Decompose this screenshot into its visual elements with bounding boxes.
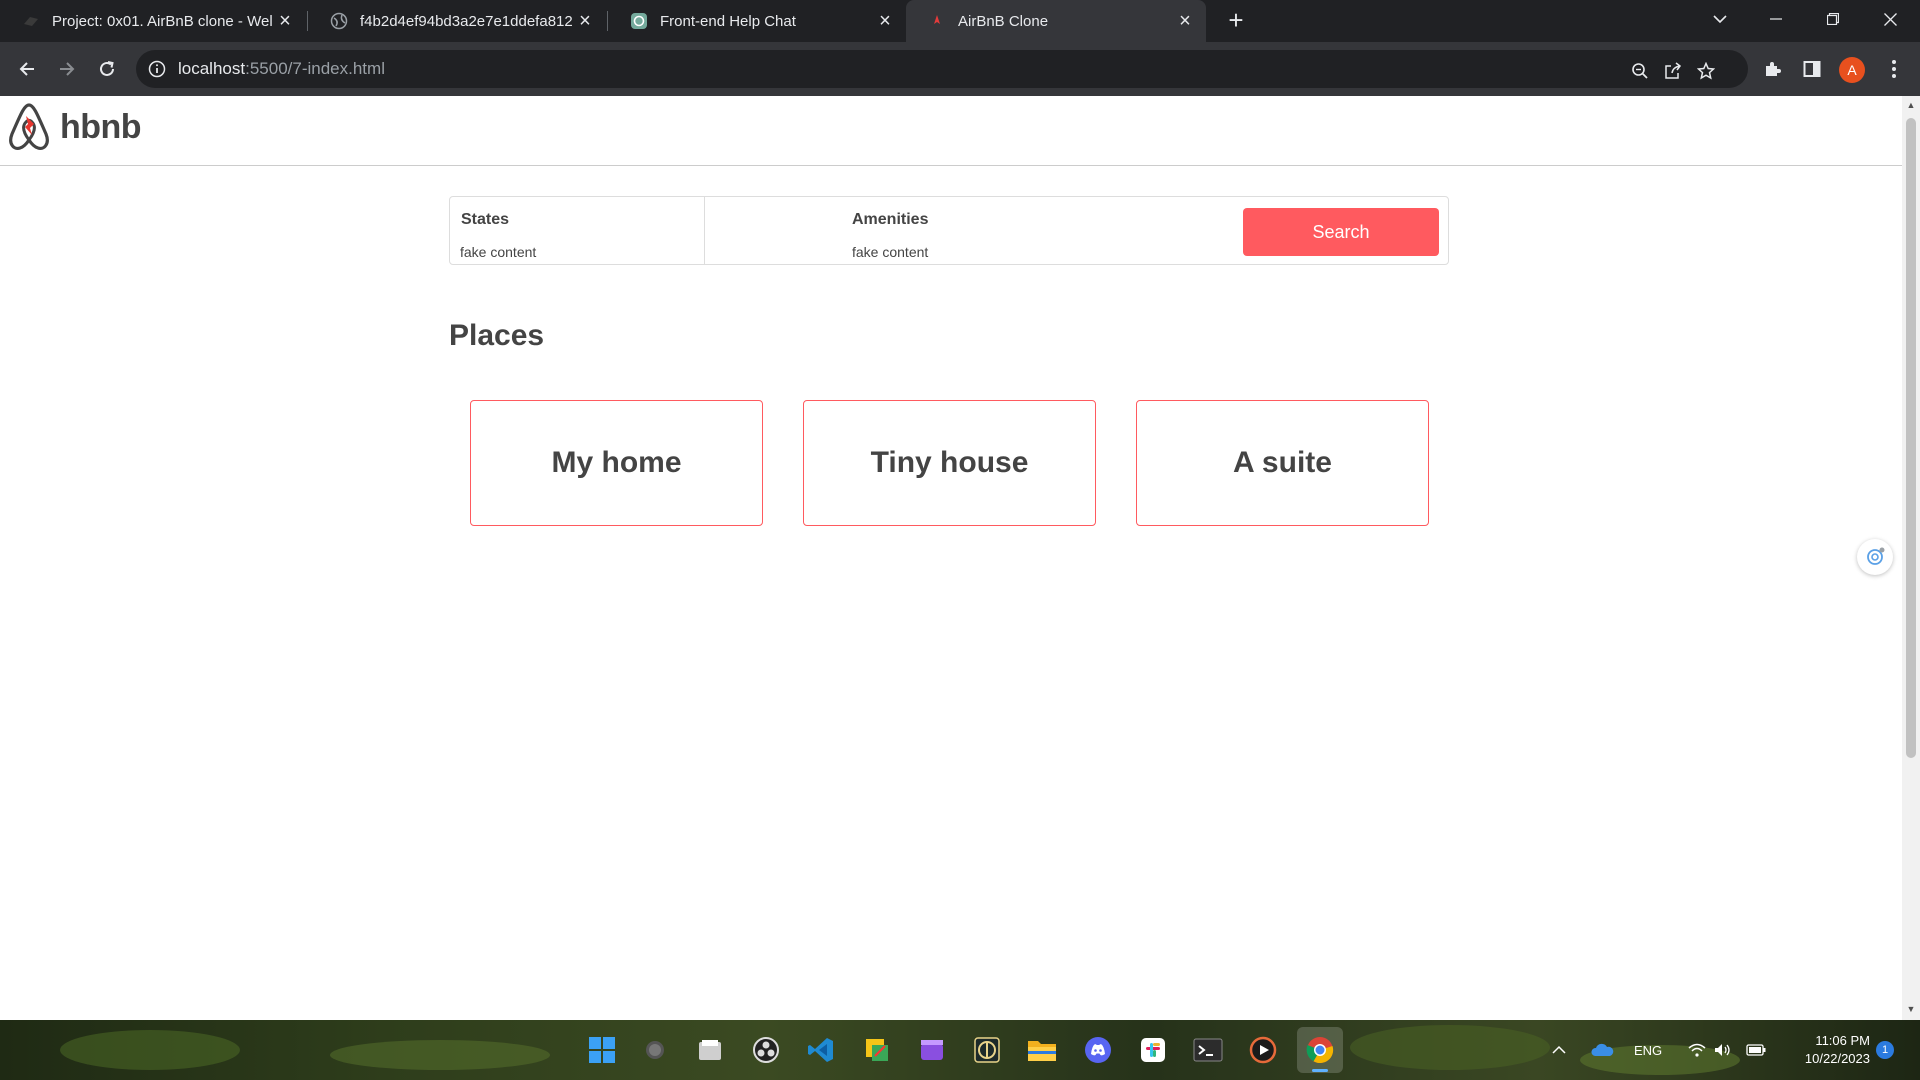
obs-icon[interactable]: [746, 1030, 786, 1070]
wallpaper-leaf: [60, 1030, 240, 1070]
battery-icon[interactable]: [1746, 1020, 1766, 1080]
place-card-tiny-house[interactable]: Tiny house: [803, 400, 1096, 526]
states-filter[interactable]: States fake content: [450, 197, 705, 264]
address-path: :5500/7-index.html: [245, 59, 385, 78]
states-label: States: [461, 211, 510, 228]
wifi-icon[interactable]: [1688, 1020, 1706, 1080]
tab-airbnb-clone[interactable]: AirBnB Clone ×: [906, 0, 1206, 42]
search-icon[interactable]: [635, 1030, 675, 1070]
windows-taskbar: ENG 11:06 PM 10/22/2023 1: [0, 1020, 1920, 1080]
site-logo[interactable]: hbnb: [6, 102, 142, 152]
new-tab-icon[interactable]: +: [1222, 7, 1250, 35]
tab-hash[interactable]: f4b2d4ef94bd3a2e7e1ddefa812 ×: [308, 0, 606, 42]
language-indicator[interactable]: ENG: [1634, 1020, 1662, 1080]
scroll-down-arrow-icon[interactable]: ▼: [1906, 1004, 1916, 1014]
tray-overflow-icon[interactable]: [1552, 1020, 1566, 1080]
clock-time: 11:06 PM: [1815, 1033, 1870, 1048]
terminal-icon[interactable]: [1188, 1030, 1228, 1070]
address-host: localhost: [178, 59, 246, 78]
place-name: My home: [551, 446, 682, 479]
notification-badge[interactable]: 1: [1876, 1041, 1894, 1059]
address-bar[interactable]: localhost:5500/7-index.html: [136, 50, 1748, 88]
holberton-icon: [22, 12, 40, 30]
windows-start-icon[interactable]: [582, 1030, 622, 1070]
chrome-icon[interactable]: [1297, 1027, 1343, 1073]
places-heading: Places: [449, 319, 545, 352]
close-window-icon[interactable]: [1862, 0, 1918, 38]
chrome-menu-icon[interactable]: [1884, 56, 1904, 82]
globe-icon: [330, 12, 348, 30]
states-value: fake content: [460, 244, 537, 260]
search-button[interactable]: Search: [1243, 208, 1439, 256]
sticky-notes-icon[interactable]: [857, 1030, 897, 1070]
scroll-thumb[interactable]: [1906, 118, 1916, 758]
address-text: localhost:5500/7-index.html: [178, 59, 385, 79]
tab-search-icon[interactable]: [1692, 0, 1748, 38]
vscode-icon[interactable]: [801, 1030, 841, 1070]
discord-icon[interactable]: [1078, 1030, 1118, 1070]
amenities-value: fake content: [852, 244, 929, 260]
media-player-icon[interactable]: [1243, 1030, 1283, 1070]
volume-icon[interactable]: [1714, 1020, 1732, 1080]
browser-tabstrip: Project: 0x01. AirBnB clone - Wel × f4b2…: [0, 0, 1920, 42]
tab-title: Project: 0x01. AirBnB clone - Wel: [52, 12, 272, 30]
close-tab-icon[interactable]: ×: [572, 8, 598, 34]
wallpaper-leaf: [1350, 1025, 1550, 1070]
onedrive-icon[interactable]: [1590, 1020, 1614, 1080]
close-tab-icon[interactable]: ×: [1172, 8, 1198, 34]
file-explorer-icon[interactable]: [1022, 1030, 1062, 1070]
place-card-my-home[interactable]: My home: [470, 400, 763, 526]
tab-title: Front-end Help Chat: [660, 12, 796, 30]
amenities-label: Amenities: [852, 211, 929, 228]
clock-date: 10/22/2023: [1804, 1051, 1870, 1066]
side-panel-icon[interactable]: [1799, 56, 1825, 82]
trading-icon[interactable]: [967, 1030, 1007, 1070]
back-icon[interactable]: [11, 53, 43, 85]
file-manager-icon[interactable]: [690, 1030, 730, 1070]
assistant-widget-icon[interactable]: [1857, 539, 1893, 575]
bookmark-star-icon[interactable]: [1695, 60, 1717, 82]
profile-avatar[interactable]: A: [1839, 57, 1865, 83]
close-tab-icon[interactable]: ×: [272, 8, 298, 34]
tab-title: f4b2d4ef94bd3a2e7e1ddefa812: [360, 12, 572, 30]
clipchamp-icon[interactable]: [912, 1030, 952, 1070]
place-name: Tiny house: [870, 446, 1029, 479]
page-scrollbar[interactable]: ▲ ▼: [1902, 96, 1920, 1020]
place-card-a-suite[interactable]: A suite: [1136, 400, 1429, 526]
browser-toolbar: localhost:5500/7-index.html A: [0, 42, 1920, 96]
page-viewport: hbnb States fake content Amenities fake …: [0, 96, 1902, 1020]
site-info-icon[interactable]: [148, 60, 166, 78]
share-icon[interactable]: [1662, 60, 1684, 82]
filters-bar: States fake content Amenities fake conte…: [449, 196, 1449, 265]
tab-title: AirBnB Clone: [958, 12, 1049, 30]
forward-icon[interactable]: [51, 53, 83, 85]
chatgpt-icon: [630, 12, 648, 30]
zoom-icon[interactable]: [1629, 60, 1651, 82]
tab-chat[interactable]: Front-end Help Chat ×: [608, 0, 906, 42]
close-tab-icon[interactable]: ×: [872, 8, 898, 34]
airbnb-logo-icon: [9, 103, 49, 150]
place-name: A suite: [1233, 446, 1332, 479]
airbnb-favicon-icon: [928, 12, 946, 30]
taskbar-clock[interactable]: 11:06 PM 10/22/2023: [1780, 1032, 1870, 1068]
slack-icon[interactable]: [1133, 1030, 1173, 1070]
extensions-puzzle-icon[interactable]: [1759, 56, 1785, 82]
brand-name: hbnb: [60, 107, 142, 146]
scroll-up-arrow-icon[interactable]: ▲: [1906, 100, 1916, 110]
minimize-icon[interactable]: [1748, 0, 1804, 38]
restore-icon[interactable]: [1805, 0, 1861, 38]
reload-icon[interactable]: [91, 53, 123, 85]
tab-project[interactable]: Project: 0x01. AirBnB clone - Wel ×: [0, 0, 306, 42]
wallpaper-leaf: [330, 1040, 550, 1070]
active-indicator: [1312, 1069, 1328, 1072]
site-header: hbnb: [0, 96, 1902, 166]
